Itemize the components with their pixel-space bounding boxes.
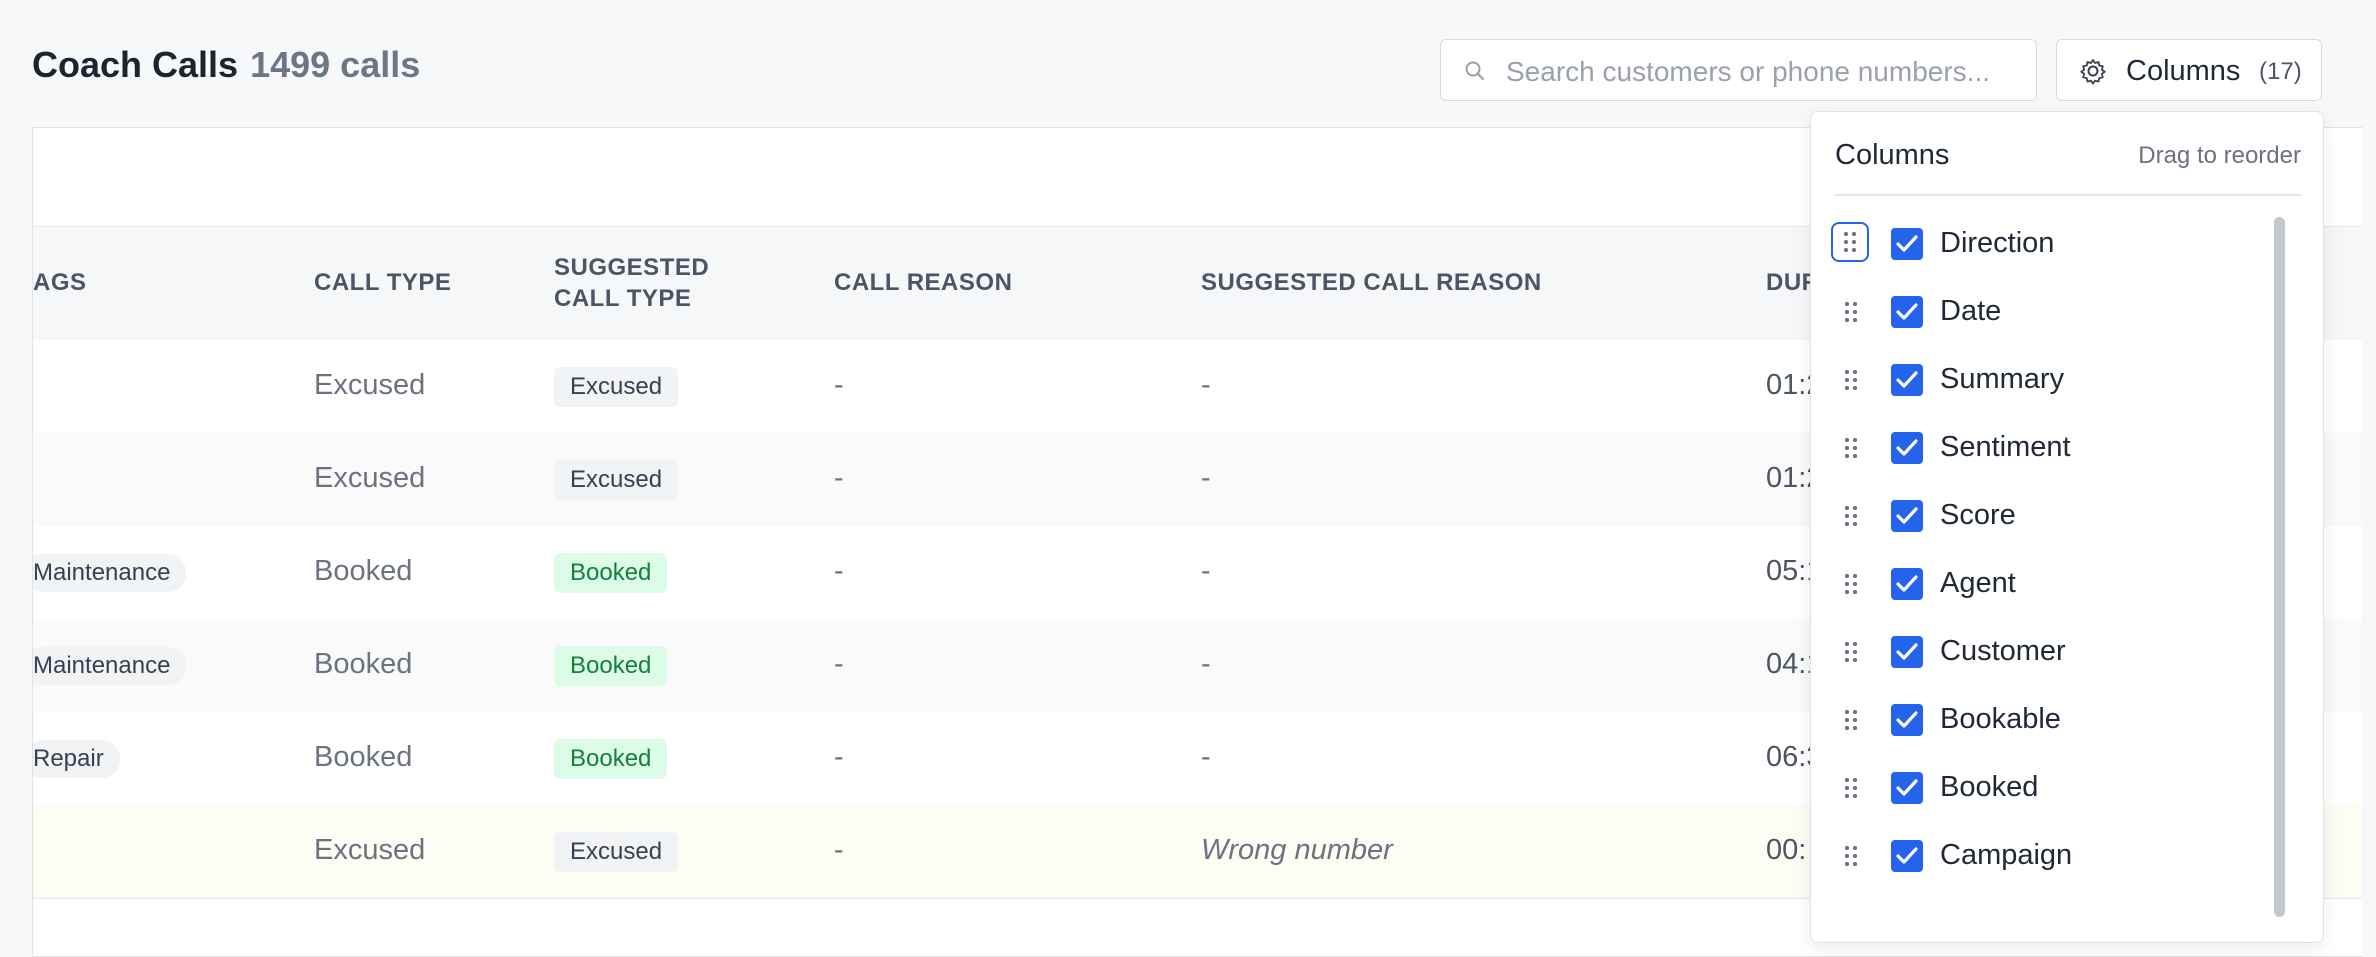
suggested-call-reason-cell: - bbox=[1201, 741, 1211, 773]
checkmark-icon bbox=[1896, 575, 1918, 592]
suggested-call-reason-cell: - bbox=[1201, 369, 1211, 401]
header-call-type[interactable]: CALL TYPE bbox=[314, 267, 451, 298]
tag-badge: Maintenance bbox=[33, 554, 187, 592]
suggested-call-reason-cell: - bbox=[1201, 555, 1211, 587]
column-label: Date bbox=[1940, 295, 2002, 327]
drag-handle-icon[interactable] bbox=[1840, 841, 1862, 871]
drag-handle-icon[interactable] bbox=[1831, 222, 1869, 262]
gear-icon bbox=[2079, 57, 2107, 90]
call-type-cell: Booked bbox=[314, 741, 413, 773]
checkmark-icon bbox=[1896, 439, 1918, 456]
column-checkbox[interactable] bbox=[1891, 364, 1923, 396]
suggested-call-type-badge: Booked bbox=[554, 739, 668, 779]
column-checkbox[interactable] bbox=[1891, 500, 1923, 532]
column-checkbox[interactable] bbox=[1891, 772, 1923, 804]
drag-handle-icon[interactable] bbox=[1840, 569, 1862, 599]
checkmark-icon bbox=[1896, 711, 1918, 728]
suggested-call-type-badge: Excused bbox=[554, 460, 679, 500]
checkmark-icon bbox=[1896, 303, 1918, 320]
suggested-call-type-badge: Booked bbox=[554, 553, 668, 593]
divider bbox=[1835, 194, 2301, 196]
call-reason-cell: - bbox=[834, 369, 844, 401]
columns-button-label: Columns bbox=[2126, 55, 2241, 87]
call-type-cell: Excused bbox=[314, 369, 426, 401]
drag-handle-icon[interactable] bbox=[1840, 297, 1862, 327]
header-suggested-call-reason[interactable]: SUGGESTED CALL REASON bbox=[1201, 267, 1542, 298]
column-checkbox[interactable] bbox=[1891, 840, 1923, 872]
column-label: Sentiment bbox=[1940, 431, 2071, 463]
suggested-call-reason-cell: - bbox=[1201, 462, 1211, 494]
scrollbar-thumb[interactable] bbox=[2274, 217, 2285, 917]
columns-button[interactable]: Columns (17) bbox=[2056, 39, 2322, 101]
column-label: Customer bbox=[1940, 635, 2066, 667]
column-label: Campaign bbox=[1940, 839, 2073, 871]
call-reason-cell: - bbox=[834, 555, 844, 587]
checkmark-icon bbox=[1896, 847, 1918, 864]
column-checkbox[interactable] bbox=[1891, 636, 1923, 668]
column-item[interactable]: Booked bbox=[1811, 756, 2323, 824]
search-icon bbox=[1463, 59, 1487, 88]
header-call-reason[interactable]: CALL REASON bbox=[834, 267, 1012, 298]
drag-handle-icon[interactable] bbox=[1840, 365, 1862, 395]
suggested-call-reason-cell: Wrong number bbox=[1201, 834, 1393, 866]
column-item[interactable]: Agent bbox=[1811, 552, 2323, 620]
column-checkbox[interactable] bbox=[1891, 568, 1923, 600]
column-item[interactable]: Score bbox=[1811, 484, 2323, 552]
duration-cell: 00: bbox=[1766, 834, 1807, 866]
drag-handle-icon[interactable] bbox=[1840, 705, 1862, 735]
checkmark-icon bbox=[1896, 507, 1918, 524]
call-type-cell: Excused bbox=[314, 462, 426, 494]
page-title-text: Coach Calls bbox=[32, 44, 239, 85]
drag-handle-icon[interactable] bbox=[1840, 773, 1862, 803]
search-input[interactable]: Search customers or phone numbers... bbox=[1440, 39, 2037, 101]
call-type-cell: Excused bbox=[314, 834, 426, 866]
drag-handle-icon[interactable] bbox=[1840, 433, 1862, 463]
header-suggested-call-type-1[interactable]: SUGGESTED bbox=[554, 252, 709, 283]
call-type-cell: Booked bbox=[314, 648, 413, 680]
column-item[interactable]: Date bbox=[1811, 280, 2323, 348]
columns-panel: Columns Drag to reorder Direction Date Sum… bbox=[1810, 111, 2324, 943]
drag-handle-icon[interactable] bbox=[1840, 637, 1862, 667]
call-type-cell: Booked bbox=[314, 555, 413, 587]
page-title: Coach Calls 1499 calls bbox=[32, 44, 420, 86]
column-checkbox[interactable] bbox=[1891, 228, 1923, 260]
column-item[interactable]: Customer bbox=[1811, 620, 2323, 688]
column-label: Direction bbox=[1940, 227, 2055, 259]
drag-handle-icon[interactable] bbox=[1840, 501, 1862, 531]
checkmark-icon bbox=[1896, 371, 1918, 388]
drag-hint: Drag to reorder bbox=[2138, 142, 2301, 169]
column-item[interactable]: Sentiment bbox=[1811, 416, 2323, 484]
column-checkbox[interactable] bbox=[1891, 432, 1923, 464]
column-label: Bookable bbox=[1940, 703, 2061, 735]
tag-badge: Repair bbox=[33, 740, 120, 778]
search-placeholder: Search customers or phone numbers... bbox=[1506, 56, 1991, 87]
tag-badge: Maintenance bbox=[33, 647, 187, 685]
column-item[interactable]: Campaign bbox=[1811, 824, 2323, 892]
suggested-call-reason-cell: - bbox=[1201, 648, 1211, 680]
call-reason-cell: - bbox=[834, 741, 844, 773]
suggested-call-type-badge: Booked bbox=[554, 646, 668, 686]
column-label: Booked bbox=[1940, 771, 2039, 803]
column-label: Agent bbox=[1940, 567, 2016, 599]
call-reason-cell: - bbox=[834, 648, 844, 680]
header-tags[interactable]: AGS bbox=[33, 267, 87, 298]
suggested-call-type-badge: Excused bbox=[554, 367, 679, 407]
call-count: 1499 calls bbox=[250, 44, 421, 85]
checkmark-icon bbox=[1896, 779, 1918, 796]
header-suggested-call-type-2[interactable]: CALL TYPE bbox=[554, 283, 691, 314]
column-item[interactable]: Direction bbox=[1811, 212, 2323, 280]
column-checkbox[interactable] bbox=[1891, 704, 1923, 736]
column-item[interactable]: Summary bbox=[1811, 348, 2323, 416]
columns-panel-title: Columns bbox=[1835, 139, 1950, 171]
column-label: Score bbox=[1940, 499, 2016, 531]
call-reason-cell: - bbox=[834, 462, 844, 494]
checkmark-icon bbox=[1896, 235, 1918, 252]
call-reason-cell: - bbox=[834, 834, 844, 866]
checkmark-icon bbox=[1896, 643, 1918, 660]
column-item[interactable]: Bookable bbox=[1811, 688, 2323, 756]
suggested-call-type-badge: Excused bbox=[554, 832, 679, 872]
columns-count: (17) bbox=[2259, 58, 2302, 85]
column-checkbox[interactable] bbox=[1891, 296, 1923, 328]
column-label: Summary bbox=[1940, 363, 2065, 395]
